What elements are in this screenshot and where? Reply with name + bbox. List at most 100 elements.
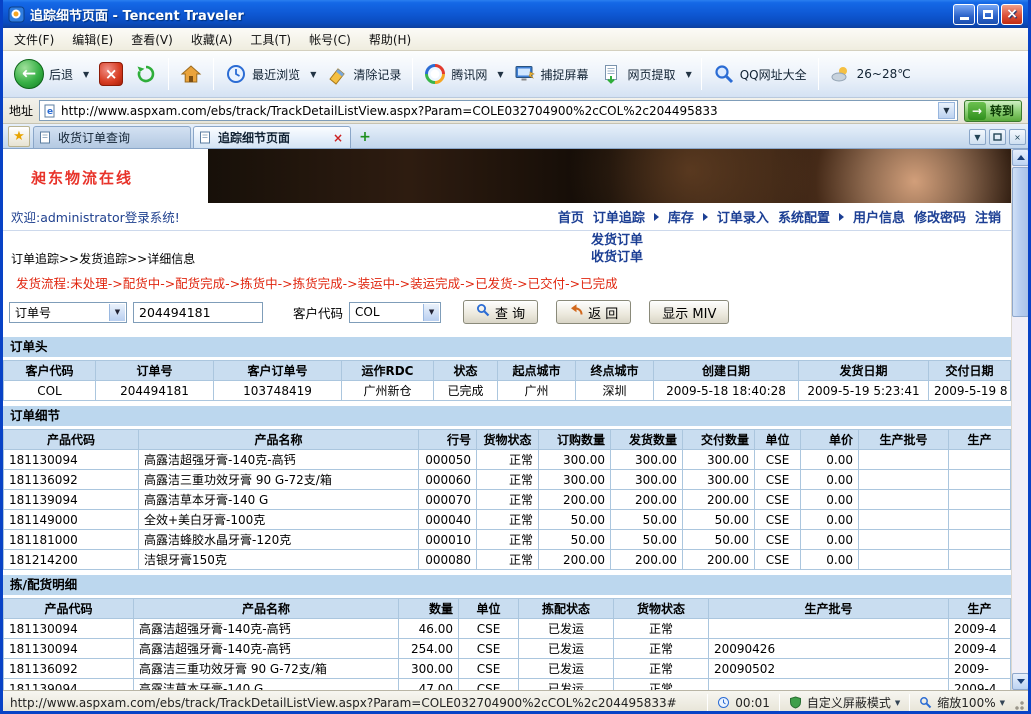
customer-code-select[interactable]: COL ▼ xyxy=(349,302,441,323)
tabbar-restore-button[interactable] xyxy=(989,129,1006,145)
table-cell: 高露洁超强牙膏-140克-高钙 xyxy=(134,639,399,659)
capture-screen-button[interactable]: 捕捉屏幕 xyxy=(509,60,594,88)
table-cell: 广州 xyxy=(498,381,576,401)
column-header: 起点城市 xyxy=(498,361,576,381)
go-button[interactable]: → 转到 xyxy=(964,100,1022,122)
nav-inventory[interactable]: 库存 xyxy=(668,207,694,226)
window-title: 追踪细节页面 - Tencent Traveler xyxy=(30,5,948,24)
table-row: 181149000全效+美白牙膏-100克000040正常50.0050.005… xyxy=(4,510,1011,530)
menu-view[interactable]: 查看(V) xyxy=(122,28,182,51)
table-cell xyxy=(949,510,1011,530)
clock-icon xyxy=(225,63,247,85)
nav-system-config[interactable]: 系统配置 xyxy=(778,207,830,226)
tab-close-icon[interactable]: × xyxy=(331,131,345,145)
qq-portal-dropdown[interactable]: ▼ xyxy=(494,68,506,81)
welcome-row: 欢迎:administrator登录系统! 首页 订单追踪 库存 订单录入 系统… xyxy=(3,203,1011,229)
order-tracking-submenu: 发货订单 收货订单 xyxy=(591,233,643,266)
resize-grip[interactable] xyxy=(1014,691,1028,714)
qq-sites-button[interactable]: QQ网址大全 xyxy=(708,60,812,88)
table-cell: 181149000 xyxy=(4,510,139,530)
home-button[interactable] xyxy=(175,60,207,88)
nav-user-info[interactable]: 用户信息 xyxy=(853,207,905,226)
tab-track-detail[interactable]: 追踪细节页面 × xyxy=(193,126,351,148)
column-header: 订购数量 xyxy=(539,430,611,450)
address-dropdown[interactable]: ▼ xyxy=(938,102,955,119)
nav-order-entry[interactable]: 订单录入 xyxy=(717,207,769,226)
toolbar: ← 后退 ▼ × 最近浏览 ▼ xyxy=(3,51,1028,98)
browser-window: 追踪细节页面 - Tencent Traveler × 文件(F) 编辑(E) … xyxy=(0,0,1031,714)
subnav-shipping-orders[interactable]: 发货订单 xyxy=(591,233,643,249)
maximize-button[interactable] xyxy=(977,4,999,25)
refresh-button[interactable] xyxy=(130,60,162,88)
nav-home[interactable]: 首页 xyxy=(558,207,584,226)
vertical-scrollbar[interactable] xyxy=(1011,149,1028,690)
back-button[interactable]: ← 后退 xyxy=(9,56,78,92)
toolbar-separator xyxy=(168,58,169,90)
order-field-select[interactable]: 订单号 ▼ xyxy=(9,302,127,323)
toolbar-separator xyxy=(701,58,702,90)
search-button[interactable]: 查 询 xyxy=(463,300,538,324)
stop-button[interactable]: × xyxy=(94,59,128,89)
clear-history-button[interactable]: 清除记录 xyxy=(321,60,406,88)
table-cell: 全效+美白牙膏-100克 xyxy=(139,510,419,530)
table-header-row: 产品代码产品名称数量单位拣配状态货物状态生产批号生产 xyxy=(4,599,1011,619)
menu-help[interactable]: 帮助(H) xyxy=(360,28,420,51)
table-cell: CSE xyxy=(755,550,801,570)
block-mode-label: 自定义屏蔽模式 xyxy=(807,694,891,711)
scroll-down-button[interactable] xyxy=(1012,673,1028,690)
extract-dropdown[interactable]: ▼ xyxy=(683,68,695,81)
menu-tools[interactable]: 工具(T) xyxy=(241,28,300,51)
close-button[interactable]: × xyxy=(1001,4,1023,25)
tabbar-close-button[interactable]: × xyxy=(1009,129,1026,145)
new-tab-button[interactable]: + xyxy=(355,127,375,147)
search-icon xyxy=(476,303,490,321)
back-history-dropdown[interactable]: ▼ xyxy=(80,68,92,81)
zoom-icon xyxy=(919,696,933,710)
table-cell xyxy=(949,450,1011,470)
capture-label: 捕捉屏幕 xyxy=(541,66,589,83)
weather-button[interactable]: 26~28℃ xyxy=(825,60,916,88)
minimize-button[interactable] xyxy=(953,4,975,25)
nav-logout[interactable]: 注销 xyxy=(975,207,1001,226)
column-header: 生产 xyxy=(949,599,1011,619)
table-cell: 正常 xyxy=(477,530,539,550)
table-cell: 300.00 xyxy=(611,450,683,470)
table-cell: 0.00 xyxy=(801,510,859,530)
menu-file[interactable]: 文件(F) xyxy=(5,28,63,51)
qq-portal-button[interactable]: 腾讯网 xyxy=(419,60,492,88)
subnav-receiving-orders[interactable]: 收货订单 xyxy=(591,250,643,266)
table-cell: 000070 xyxy=(419,490,477,510)
recent-history-button[interactable]: 最近浏览 xyxy=(220,60,305,88)
favorites-button[interactable]: ★ xyxy=(8,126,30,147)
address-url[interactable]: http://www.aspxam.com/ebs/track/TrackDet… xyxy=(61,104,934,118)
scroll-up-button[interactable] xyxy=(1012,149,1028,166)
order-number-input[interactable] xyxy=(133,302,263,323)
table-cell: 2009- xyxy=(949,659,1011,679)
block-mode-control[interactable]: 自定义屏蔽模式 ▼ xyxy=(780,694,909,711)
subnav-area: 发货订单 收货订单 订单追踪>>发货追踪>>详细信息 xyxy=(3,231,1011,269)
recent-dropdown[interactable]: ▼ xyxy=(307,68,319,81)
nav-change-password[interactable]: 修改密码 xyxy=(914,207,966,226)
tab-list-dropdown[interactable]: ▼ xyxy=(969,129,986,145)
table-cell: 50.00 xyxy=(683,510,755,530)
column-header: 交付日期 xyxy=(929,361,1011,381)
address-field[interactable]: e http://www.aspxam.com/ebs/track/TrackD… xyxy=(39,100,958,121)
toolbar-separator xyxy=(412,58,413,90)
show-miv-button[interactable]: 显示 MIV xyxy=(649,300,729,324)
column-header: 生产 xyxy=(949,430,1011,450)
table-cell xyxy=(949,550,1011,570)
recent-label: 最近浏览 xyxy=(252,66,300,83)
chevron-down-icon: ▼ xyxy=(1000,699,1005,707)
chevron-down-icon: ▼ xyxy=(109,304,125,321)
zoom-control[interactable]: 缩放100% ▼ xyxy=(910,694,1014,711)
table-cell: 181181000 xyxy=(4,530,139,550)
menu-edit[interactable]: 编辑(E) xyxy=(63,28,122,51)
return-button[interactable]: 返 回 xyxy=(556,300,631,324)
menu-account[interactable]: 帐号(C) xyxy=(300,28,360,51)
tab-receive-order-query[interactable]: 收货订单查询 xyxy=(33,126,191,148)
nav-order-tracking[interactable]: 订单追踪 xyxy=(593,207,645,226)
web-extract-button[interactable]: 网页提取 xyxy=(596,60,681,88)
scrollbar-thumb[interactable] xyxy=(1012,167,1028,317)
menu-favorites[interactable]: 收藏(A) xyxy=(182,28,242,51)
table-cell xyxy=(859,490,949,510)
